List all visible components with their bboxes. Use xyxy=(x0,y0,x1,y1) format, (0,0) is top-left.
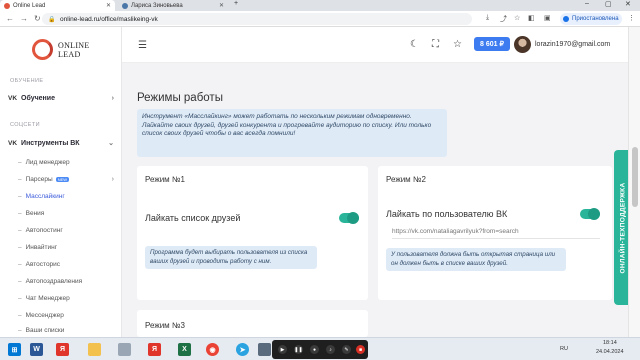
sidebar-item-parsers[interactable]: – Парсеры NEW › xyxy=(18,176,114,183)
share-icon[interactable]: ⤴ xyxy=(500,14,507,24)
page-scrollbar[interactable] xyxy=(628,27,640,337)
yandex-icon[interactable]: Я xyxy=(56,343,69,356)
browser-tab-bar: Online Lead ✕ Лариса Зиновьева ✕ + – ▢ ✕ xyxy=(0,0,640,11)
mode-2-label: Лайкать по пользователю ВК xyxy=(386,209,508,219)
lock-icon: 🔒 xyxy=(48,16,56,23)
mode-2-title: Режим №2 xyxy=(386,175,426,184)
logo[interactable]: ONLINE LEAD xyxy=(32,39,90,60)
balance-button[interactable]: 8 601 ₽ xyxy=(474,37,510,51)
draw-control-icon[interactable]: ✎ xyxy=(342,345,351,354)
vk-icon: VK xyxy=(8,139,18,147)
back-icon[interactable]: ← xyxy=(6,14,14,23)
folder-icon[interactable] xyxy=(88,343,101,356)
hamburger-menu-icon[interactable]: ☰ xyxy=(138,40,147,51)
excel-icon[interactable]: X xyxy=(178,343,191,356)
forward-icon[interactable]: → xyxy=(20,14,28,23)
reload-icon[interactable]: ↻ xyxy=(34,14,41,23)
sidebar-item-messenger[interactable]: – Мессенджер xyxy=(18,312,114,319)
chrome-icon[interactable]: ◉ xyxy=(206,343,219,356)
close-window-icon[interactable]: ✕ xyxy=(625,0,631,8)
mode-1-card: Режим №1 Лайкать список друзей Программа… xyxy=(137,166,368,300)
mode-3-card: Режим №3 xyxy=(137,310,368,337)
mode-1-title: Режим №1 xyxy=(145,175,185,184)
page-title: Режимы работы xyxy=(137,92,223,104)
mode-1-note: Программа будет выбирать пользователя из… xyxy=(145,246,317,269)
section-label-social: СОЦСЕТИ xyxy=(10,122,40,128)
close-tab-icon[interactable]: ✕ xyxy=(219,2,224,9)
app-icon[interactable] xyxy=(118,343,131,356)
vk-icon: VK xyxy=(8,95,18,102)
section-label-training: ОБУЧЕНИЕ xyxy=(10,78,44,84)
start-windows-icon[interactable]: ⊞ xyxy=(8,343,21,356)
yandex-browser-icon[interactable]: Я xyxy=(148,343,161,356)
extension-icon[interactable]: ◧ xyxy=(528,14,535,22)
sidebar-item-autogreetings[interactable]: – Автопоздравления xyxy=(18,278,114,285)
minimize-icon[interactable]: – xyxy=(585,0,589,7)
word-icon[interactable]: W xyxy=(30,343,43,356)
menu-dots-icon[interactable]: ⋮ xyxy=(628,14,635,22)
sidebar-item-chat-manager[interactable]: – Чат Менеджер xyxy=(18,295,114,302)
new-tab-icon[interactable]: + xyxy=(234,0,238,7)
download-icon[interactable]: ⤓ xyxy=(486,14,489,22)
record-control-icon[interactable]: ▶ xyxy=(278,345,287,354)
sidebar-item-autostories[interactable]: – Автосторис xyxy=(18,261,114,268)
profile-status-button[interactable]: Приостановлена xyxy=(560,13,622,25)
vk-user-url-input[interactable]: https://vk.com/nataliagavrilyuk?from=sea… xyxy=(392,228,600,239)
clock-time[interactable]: 18:14 xyxy=(603,340,617,346)
app-header: ☰ ☾ ⛶ ☆ 8 601 ₽ lorazin1970@gmail.com xyxy=(122,27,628,63)
address-bar[interactable]: 🔒 online-lead.ru/office/maslikeing-vk xyxy=(42,13,472,25)
mode-2-card: Режим №2 Лайкать по пользователю ВК http… xyxy=(378,166,612,300)
mode-1-toggle[interactable] xyxy=(339,212,359,224)
camera-control-icon[interactable]: ● xyxy=(310,345,319,354)
chevron-down-icon: ⌄ xyxy=(108,140,114,147)
close-tab-icon[interactable]: ✕ xyxy=(106,2,111,9)
telegram-icon[interactable]: ➤ xyxy=(236,343,249,356)
chevron-right-icon: › xyxy=(111,95,114,102)
mode-3-title: Режим №3 xyxy=(145,321,185,330)
mode-2-note: У пользователя должна быть открытая стра… xyxy=(386,248,566,271)
mic-control-icon[interactable]: ♪ xyxy=(326,345,335,354)
tab-online-lead[interactable]: Online Lead ✕ xyxy=(0,0,115,11)
language-indicator[interactable]: RU xyxy=(560,346,568,352)
stop-record-icon[interactable]: ■ xyxy=(356,345,365,354)
screen-icon[interactable] xyxy=(258,343,271,356)
favorite-star-icon[interactable]: ☆ xyxy=(453,39,462,50)
sidebar-item-masslike[interactable]: – Масслайкинг xyxy=(18,193,114,200)
tab-larisa[interactable]: Лариса Зиновьева ✕ xyxy=(118,0,228,11)
avatar[interactable] xyxy=(514,36,531,53)
chevron-right-icon: › xyxy=(111,176,114,183)
pause-control-icon[interactable]: ❚❚ xyxy=(294,345,303,354)
sidebar-item-inviting[interactable]: – Инвайтинг xyxy=(18,244,114,251)
vk-favicon-icon xyxy=(122,2,128,9)
browser-toolbar: ← → ↻ 🔒 online-lead.ru/office/maslikeing… xyxy=(0,11,640,27)
scrollbar-thumb[interactable] xyxy=(632,147,638,207)
sidebar-item-venia[interactable]: – Вения xyxy=(18,210,114,217)
recording-controls: ▶ ❚❚ ● ♪ ✎ ■ xyxy=(272,340,368,359)
star-icon[interactable]: ☆ xyxy=(514,14,520,22)
mode-1-label: Лайкать список друзей xyxy=(145,213,241,223)
logo-ring-icon xyxy=(32,39,53,60)
dark-mode-moon-icon[interactable]: ☾ xyxy=(410,39,419,50)
sidebar-item-lead-manager[interactable]: – Лид менеджер xyxy=(18,159,114,166)
sidebar-item-autoposting[interactable]: – Автопостинг xyxy=(18,227,114,234)
sidebar-item-training[interactable]: VK Обучение › xyxy=(8,95,114,102)
fullscreen-icon[interactable]: ⛶ xyxy=(432,39,439,50)
windows-taskbar: ⊞ W Я Я X ◉ ➤ ▶ ❚❚ ● ♪ ✎ ■ RU 18:14 24.0… xyxy=(0,337,640,360)
mode-2-toggle[interactable] xyxy=(580,208,600,220)
site-favicon-icon xyxy=(4,2,10,9)
intro-info-box: Инструмент «Масслайкинг» может работать … xyxy=(137,109,447,157)
sidebar-item-vk-tools[interactable]: VK Инструменты ВК ⌄ xyxy=(8,139,114,148)
maximize-icon[interactable]: ▢ xyxy=(605,0,612,8)
sidepanel-icon[interactable]: ▣ xyxy=(544,14,551,22)
sidebar-item-your-lists[interactable]: – Ваши списки xyxy=(18,327,114,334)
new-badge: NEW xyxy=(55,177,70,182)
user-email[interactable]: lorazin1970@gmail.com xyxy=(535,41,610,48)
sidebar: ONLINE LEAD ОБУЧЕНИЕ VK Обучение › СОЦСЕ… xyxy=(0,27,122,337)
clock-date[interactable]: 24.04.2024 xyxy=(596,349,624,355)
